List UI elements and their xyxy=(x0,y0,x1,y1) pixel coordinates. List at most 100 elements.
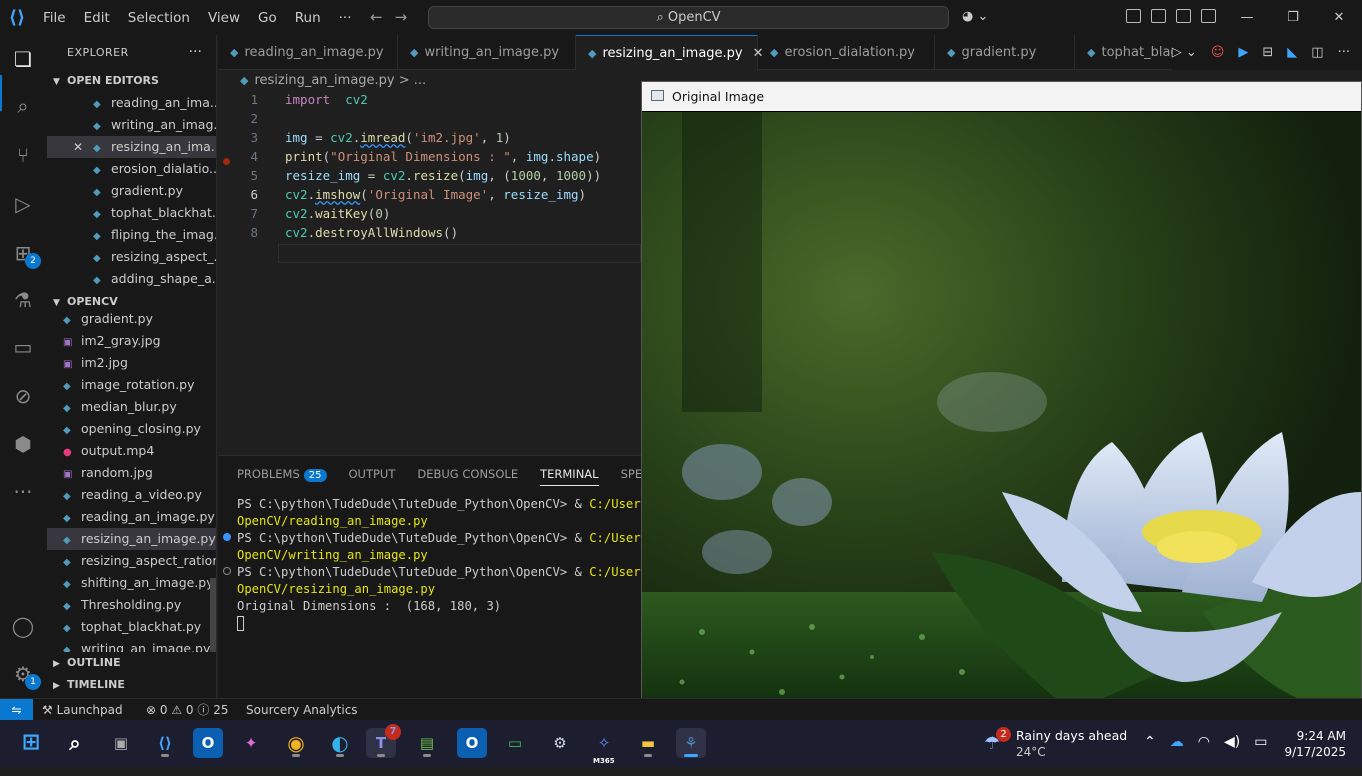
open-editors-header[interactable]: ▼ OPEN EDITORS xyxy=(47,70,216,92)
chart-app-taskbar-icon[interactable]: ▤ xyxy=(412,728,442,758)
tab-debug-console[interactable]: DEBUG CONSOLE xyxy=(417,467,518,481)
tab-erosion-dialation[interactable]: ◆ erosion_dialation.py xyxy=(758,35,935,70)
clock[interactable]: 9:24 AM 9/17/2025 xyxy=(1280,728,1346,760)
weather-widget[interactable]: ☂ 2 Rainy days ahead 24°C xyxy=(984,727,1134,761)
file-tree-item[interactable]: ◆ writing_an_image.py xyxy=(47,638,216,652)
folder-icon[interactable]: ▭ xyxy=(9,333,37,361)
volume-icon[interactable]: ◀) xyxy=(1224,734,1240,750)
file-tree-item[interactable]: ▣ im2.jpg xyxy=(47,352,216,374)
terminal-output[interactable]: PS C:\python\TudeDude\TuteDude_Python\Op… xyxy=(237,496,641,632)
explorer-icon[interactable]: ❏ xyxy=(9,45,37,73)
tab-reading-an-image[interactable]: ◆ reading_an_image.py xyxy=(218,35,398,70)
chevron-up-icon[interactable]: ⌃ xyxy=(1144,734,1156,750)
timeline-header[interactable]: ▶ TIMELINE xyxy=(47,674,216,696)
m365-taskbar-icon[interactable]: ✧ M365 xyxy=(589,728,619,765)
code-line[interactable]: resize_img = cv2.resize(img, (1000, 1000… xyxy=(285,168,601,183)
remote-desktop-taskbar-icon[interactable]: ▭ xyxy=(500,728,530,758)
code-line[interactable]: print("Original Dimensions : ", img.shap… xyxy=(285,149,601,164)
open-editor-item-active[interactable]: ✕ ◆ resizing_an_ima... xyxy=(47,136,216,158)
teams-taskbar-icon[interactable]: T7 xyxy=(366,724,401,758)
problems-status[interactable]: ⊗ 0 ⚠ 0 ⓘ 25 xyxy=(146,699,229,721)
settings-taskbar-icon[interactable]: ⚙ xyxy=(545,728,575,758)
sourcery-analytics-item[interactable]: Sourcery Analytics xyxy=(246,699,358,721)
windows-start-icon[interactable]: ⊞ xyxy=(16,728,46,758)
toggle-panel-icon[interactable] xyxy=(1176,9,1191,23)
more-actions-icon[interactable]: ··· xyxy=(1338,45,1350,60)
file-tree-item-selected[interactable]: ◆ resizing_an_image.py xyxy=(47,528,216,550)
customize-layout-icon[interactable] xyxy=(1126,9,1141,23)
file-tree-item[interactable]: ▣ im2_gray.jpg xyxy=(47,330,216,352)
code-line[interactable]: cv2.waitKey(0) xyxy=(285,206,390,221)
code-line[interactable]: img = cv2.imread('im2.jpg', 1) xyxy=(285,130,511,145)
open-editor-item[interactable]: ◆ adding_shape_a... xyxy=(47,268,216,290)
outlook-taskbar-icon[interactable]: O xyxy=(193,728,223,758)
toggle-primary-sidebar-icon[interactable] xyxy=(1151,9,1166,23)
terminal-command-icon[interactable] xyxy=(223,567,231,575)
code-editor[interactable]: 1 2 3 4 5 6 7 8 import cv2 img = cv2.imr… xyxy=(218,92,641,452)
tab-problems[interactable]: PROBLEMS 25 xyxy=(237,467,327,482)
extensions-icon[interactable]: ⊞ 2 xyxy=(9,239,41,269)
file-tree-item[interactable]: ◆ gradient.py xyxy=(47,308,216,330)
source-control-icon[interactable]: ⑂ xyxy=(9,141,37,169)
file-tree-item[interactable]: ◆ opening_closing.py xyxy=(47,418,216,440)
terminal-command-success-icon[interactable] xyxy=(223,533,231,541)
menu-file[interactable]: File xyxy=(34,10,75,26)
tab-writing-an-image[interactable]: ◆ writing_an_image.py xyxy=(398,35,576,70)
tab-terminal[interactable]: TERMINAL xyxy=(540,467,599,486)
file-tree-item[interactable]: ◆resizing_aspect_ration... xyxy=(47,550,216,572)
run-python-icon[interactable]: ▷ ⌄ xyxy=(1172,45,1197,60)
file-tree-item[interactable]: ◆ median_blur.py xyxy=(47,396,216,418)
outlook-new-taskbar-icon[interactable]: O xyxy=(457,728,487,758)
extension-action-icon[interactable]: ☺ xyxy=(1211,45,1225,60)
taskbar-search-icon[interactable]: ⌕ xyxy=(60,728,90,758)
file-tree-item[interactable]: ◆ reading_an_image.py xyxy=(47,506,216,528)
tab-output[interactable]: OUTPUT xyxy=(349,467,396,481)
split-editor-icon[interactable]: ◫ xyxy=(1311,45,1323,60)
preview-icon[interactable]: ▶ xyxy=(1238,45,1248,60)
file-tree-item[interactable]: ◆ reading_a_video.py xyxy=(47,484,216,506)
sidebar-scrollbar[interactable] xyxy=(210,578,216,652)
sourcery-icon[interactable]: ◣ xyxy=(1287,45,1297,60)
restore-icon[interactable]: ❐ xyxy=(1270,10,1316,25)
testing-icon[interactable]: ⚗ xyxy=(9,286,37,314)
menu-go[interactable]: Go xyxy=(249,10,286,26)
task-view-icon[interactable]: ▣ xyxy=(106,728,136,758)
layout-action-icon[interactable]: ⊟ xyxy=(1262,45,1273,60)
battery-icon[interactable]: ▭ xyxy=(1254,734,1267,750)
tab-resizing-an-image[interactable]: ◆ resizing_an_image.py ✕ xyxy=(576,35,764,70)
edge-taskbar-icon[interactable]: ◐ xyxy=(325,728,355,758)
open-editor-item[interactable]: ◆ fliping_the_imag... xyxy=(47,224,216,246)
open-editor-item[interactable]: ◆ reading_an_ima... xyxy=(47,92,216,114)
menu-view[interactable]: View xyxy=(199,10,249,26)
toggle-secondary-sidebar-icon[interactable] xyxy=(1201,9,1216,23)
onedrive-icon[interactable]: ☁ xyxy=(1170,734,1184,750)
image-window[interactable]: Original Image xyxy=(641,81,1362,720)
open-editor-item[interactable]: ◆tophat_blackhat.... xyxy=(47,202,216,224)
image-window-titlebar[interactable]: Original Image xyxy=(642,82,1361,111)
accounts-icon[interactable]: ◯ xyxy=(9,612,37,640)
file-tree-item[interactable]: ● output.mp4 xyxy=(47,440,216,462)
open-editor-item[interactable]: ◆ gradient.py xyxy=(47,180,216,202)
chrome-taskbar-icon[interactable]: ◉ xyxy=(281,728,311,758)
vscode-taskbar-icon[interactable]: ⟨⟩ xyxy=(150,728,180,758)
run-debug-icon[interactable]: ▷ xyxy=(9,190,37,218)
python-taskbar-icon[interactable]: ⚘ xyxy=(676,728,706,758)
explorer-more-button[interactable]: ··· xyxy=(189,35,202,70)
open-editor-item[interactable]: ◆ writing_an_imag... xyxy=(47,114,216,136)
launchpad-item[interactable]: ⚒ Launchpad xyxy=(42,699,123,721)
search-view-icon[interactable]: ⌕ xyxy=(9,92,37,120)
command-center-search[interactable]: ⌕ OpenCV xyxy=(428,6,949,29)
outline-header[interactable]: ▶ OUTLINE xyxy=(47,652,216,674)
tab-gradient[interactable]: ◆ gradient.py xyxy=(935,35,1075,70)
wifi-icon[interactable]: ◠ xyxy=(1198,734,1210,750)
open-editor-item[interactable]: ◆ erosion_dialatio... xyxy=(47,158,216,180)
code-line[interactable]: cv2.imshow('Original Image', resize_img) xyxy=(285,187,586,202)
menu-edit[interactable]: Edit xyxy=(75,10,119,26)
file-tree-item[interactable]: ◆ Thresholding.py xyxy=(47,594,216,616)
menu-selection[interactable]: Selection xyxy=(119,10,199,26)
code-line[interactable]: cv2.destroyAllWindows() xyxy=(285,225,458,240)
file-tree-item[interactable]: ◆ image_rotation.py xyxy=(47,374,216,396)
more-views-icon[interactable]: ··· xyxy=(9,478,37,506)
settings-gear-icon[interactable]: ⚙ 1 xyxy=(9,660,41,690)
file-explorer-taskbar-icon[interactable]: ▬ xyxy=(633,728,663,758)
